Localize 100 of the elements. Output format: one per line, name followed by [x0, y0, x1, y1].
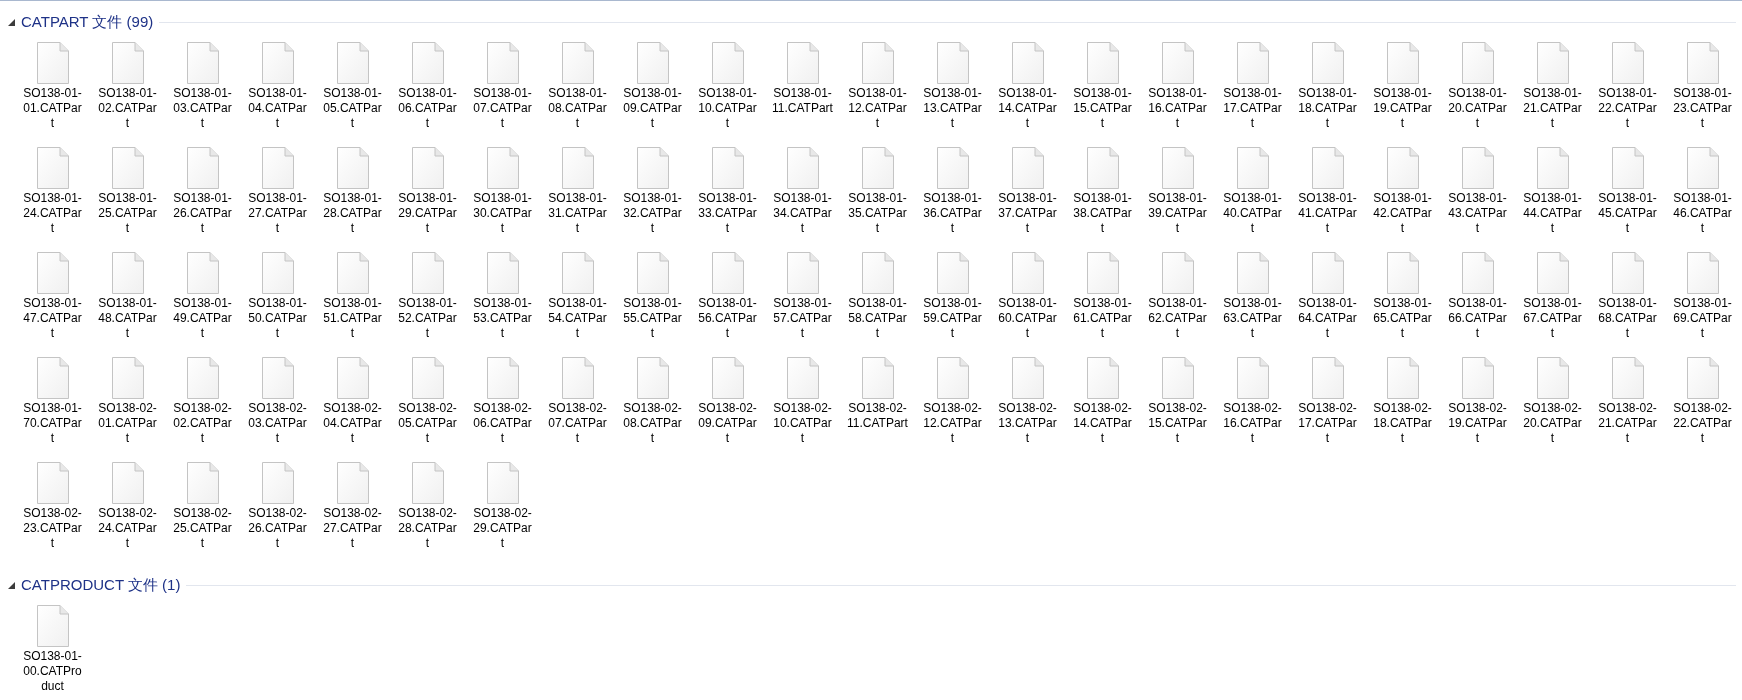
file-item[interactable]: SO138-02-11.CATPart — [840, 354, 915, 459]
file-item[interactable]: SO138-02-23.CATPart — [15, 459, 90, 564]
file-item[interactable]: SO138-01-38.CATPart — [1065, 144, 1140, 249]
file-item[interactable]: SO138-01-14.CATPart — [990, 39, 1065, 144]
file-item[interactable]: SO138-01-50.CATPart — [240, 249, 315, 354]
file-item[interactable]: SO138-02-24.CATPart — [90, 459, 165, 564]
file-item[interactable]: SO138-01-61.CATPart — [1065, 249, 1140, 354]
file-item[interactable]: SO138-01-24.CATPart — [15, 144, 90, 249]
file-item[interactable]: SO138-02-29.CATPart — [465, 459, 540, 564]
file-item[interactable]: SO138-02-15.CATPart — [1140, 354, 1215, 459]
file-item[interactable]: SO138-02-25.CATPart — [165, 459, 240, 564]
file-item[interactable]: SO138-01-15.CATPart — [1065, 39, 1140, 144]
file-item[interactable]: SO138-01-48.CATPart — [90, 249, 165, 354]
file-item[interactable]: SO138-01-34.CATPart — [765, 144, 840, 249]
file-item[interactable]: SO138-02-09.CATPart — [690, 354, 765, 459]
file-item[interactable]: SO138-01-01.CATPart — [15, 39, 90, 144]
file-item[interactable]: SO138-02-22.CATPart — [1665, 354, 1740, 459]
file-item[interactable]: SO138-02-05.CATPart — [390, 354, 465, 459]
file-item[interactable]: SO138-01-46.CATPart — [1665, 144, 1740, 249]
file-item[interactable]: SO138-01-05.CATPart — [315, 39, 390, 144]
file-item[interactable]: SO138-01-55.CATPart — [615, 249, 690, 354]
file-item[interactable]: SO138-01-21.CATPart — [1515, 39, 1590, 144]
file-item[interactable]: SO138-01-36.CATPart — [915, 144, 990, 249]
file-item[interactable]: SO138-01-52.CATPart — [390, 249, 465, 354]
file-item[interactable]: SO138-01-70.CATPart — [15, 354, 90, 459]
file-item[interactable]: SO138-02-06.CATPart — [465, 354, 540, 459]
file-item[interactable]: SO138-02-07.CATPart — [540, 354, 615, 459]
file-item[interactable]: SO138-02-02.CATPart — [165, 354, 240, 459]
file-item[interactable]: SO138-02-01.CATPart — [90, 354, 165, 459]
file-item[interactable]: SO138-02-20.CATPart — [1515, 354, 1590, 459]
file-item[interactable]: SO138-01-65.CATPart — [1365, 249, 1440, 354]
file-item[interactable]: SO138-02-13.CATPart — [990, 354, 1065, 459]
file-item[interactable]: SO138-01-59.CATPart — [915, 249, 990, 354]
file-item[interactable]: SO138-01-10.CATPart — [690, 39, 765, 144]
file-item[interactable]: SO138-01-37.CATPart — [990, 144, 1065, 249]
file-item[interactable]: SO138-01-29.CATPart — [390, 144, 465, 249]
file-item[interactable]: SO138-01-42.CATPart — [1365, 144, 1440, 249]
file-item[interactable]: SO138-02-10.CATPart — [765, 354, 840, 459]
file-item[interactable]: SO138-01-43.CATPart — [1440, 144, 1515, 249]
file-item[interactable]: SO138-01-08.CATPart — [540, 39, 615, 144]
file-item[interactable]: SO138-01-62.CATPart — [1140, 249, 1215, 354]
file-item[interactable]: SO138-01-13.CATPart — [915, 39, 990, 144]
file-item[interactable]: SO138-01-33.CATPart — [690, 144, 765, 249]
file-item[interactable]: SO138-01-69.CATPart — [1665, 249, 1740, 354]
file-item[interactable]: SO138-01-45.CATPart — [1590, 144, 1665, 249]
file-item[interactable]: SO138-01-57.CATPart — [765, 249, 840, 354]
file-item[interactable]: SO138-01-58.CATPart — [840, 249, 915, 354]
file-item[interactable]: SO138-02-28.CATPart — [390, 459, 465, 564]
file-item[interactable]: SO138-01-03.CATPart — [165, 39, 240, 144]
file-item[interactable]: SO138-01-07.CATPart — [465, 39, 540, 144]
file-item[interactable]: SO138-02-27.CATPart — [315, 459, 390, 564]
file-item[interactable]: SO138-01-53.CATPart — [465, 249, 540, 354]
file-item[interactable]: SO138-02-08.CATPart — [615, 354, 690, 459]
file-item[interactable]: SO138-01-44.CATPart — [1515, 144, 1590, 249]
file-item[interactable]: SO138-01-09.CATPart — [615, 39, 690, 144]
file-item[interactable]: SO138-01-11.CATPart — [765, 39, 840, 144]
file-item[interactable]: SO138-01-68.CATPart — [1590, 249, 1665, 354]
file-item[interactable]: SO138-01-31.CATPart — [540, 144, 615, 249]
file-item[interactable]: SO138-01-63.CATPart — [1215, 249, 1290, 354]
file-item[interactable]: SO138-01-26.CATPart — [165, 144, 240, 249]
file-item[interactable]: SO138-01-06.CATPart — [390, 39, 465, 144]
file-item[interactable]: SO138-01-12.CATPart — [840, 39, 915, 144]
file-item[interactable]: SO138-01-17.CATPart — [1215, 39, 1290, 144]
file-item[interactable]: SO138-01-20.CATPart — [1440, 39, 1515, 144]
file-item[interactable]: SO138-01-19.CATPart — [1365, 39, 1440, 144]
file-item[interactable]: SO138-02-16.CATPart — [1215, 354, 1290, 459]
file-item[interactable]: SO138-01-00.CATProduct — [15, 602, 90, 700]
file-item[interactable]: SO138-01-67.CATPart — [1515, 249, 1590, 354]
file-item[interactable]: SO138-02-17.CATPart — [1290, 354, 1365, 459]
file-item[interactable]: SO138-01-32.CATPart — [615, 144, 690, 249]
file-item[interactable]: SO138-01-22.CATPart — [1590, 39, 1665, 144]
file-item[interactable]: SO138-01-56.CATPart — [690, 249, 765, 354]
file-item[interactable]: SO138-01-47.CATPart — [15, 249, 90, 354]
file-item[interactable]: SO138-01-51.CATPart — [315, 249, 390, 354]
file-item[interactable]: SO138-01-66.CATPart — [1440, 249, 1515, 354]
file-item[interactable]: SO138-02-19.CATPart — [1440, 354, 1515, 459]
file-item[interactable]: SO138-02-18.CATPart — [1365, 354, 1440, 459]
file-item[interactable]: SO138-01-18.CATPart — [1290, 39, 1365, 144]
file-item[interactable]: SO138-01-60.CATPart — [990, 249, 1065, 354]
file-item[interactable]: SO138-01-49.CATPart — [165, 249, 240, 354]
file-item[interactable]: SO138-01-28.CATPart — [315, 144, 390, 249]
file-item[interactable]: SO138-02-26.CATPart — [240, 459, 315, 564]
file-item[interactable]: SO138-02-03.CATPart — [240, 354, 315, 459]
file-item[interactable]: SO138-01-30.CATPart — [465, 144, 540, 249]
file-item[interactable]: SO138-01-25.CATPart — [90, 144, 165, 249]
file-item[interactable]: SO138-01-41.CATPart — [1290, 144, 1365, 249]
file-item[interactable]: SO138-01-02.CATPart — [90, 39, 165, 144]
file-item[interactable]: SO138-01-04.CATPart — [240, 39, 315, 144]
file-item[interactable]: SO138-01-40.CATPart — [1215, 144, 1290, 249]
file-item[interactable]: SO138-01-39.CATPart — [1140, 144, 1215, 249]
file-item[interactable]: SO138-01-16.CATPart — [1140, 39, 1215, 144]
file-item[interactable]: SO138-02-21.CATPart — [1590, 354, 1665, 459]
file-item[interactable]: SO138-02-14.CATPart — [1065, 354, 1140, 459]
file-item[interactable]: SO138-01-23.CATPart — [1665, 39, 1740, 144]
file-item[interactable]: SO138-02-04.CATPart — [315, 354, 390, 459]
file-item[interactable]: SO138-01-54.CATPart — [540, 249, 615, 354]
file-item[interactable]: SO138-01-64.CATPart — [1290, 249, 1365, 354]
file-item[interactable]: SO138-01-27.CATPart — [240, 144, 315, 249]
file-item[interactable]: SO138-01-35.CATPart — [840, 144, 915, 249]
file-item[interactable]: SO138-02-12.CATPart — [915, 354, 990, 459]
